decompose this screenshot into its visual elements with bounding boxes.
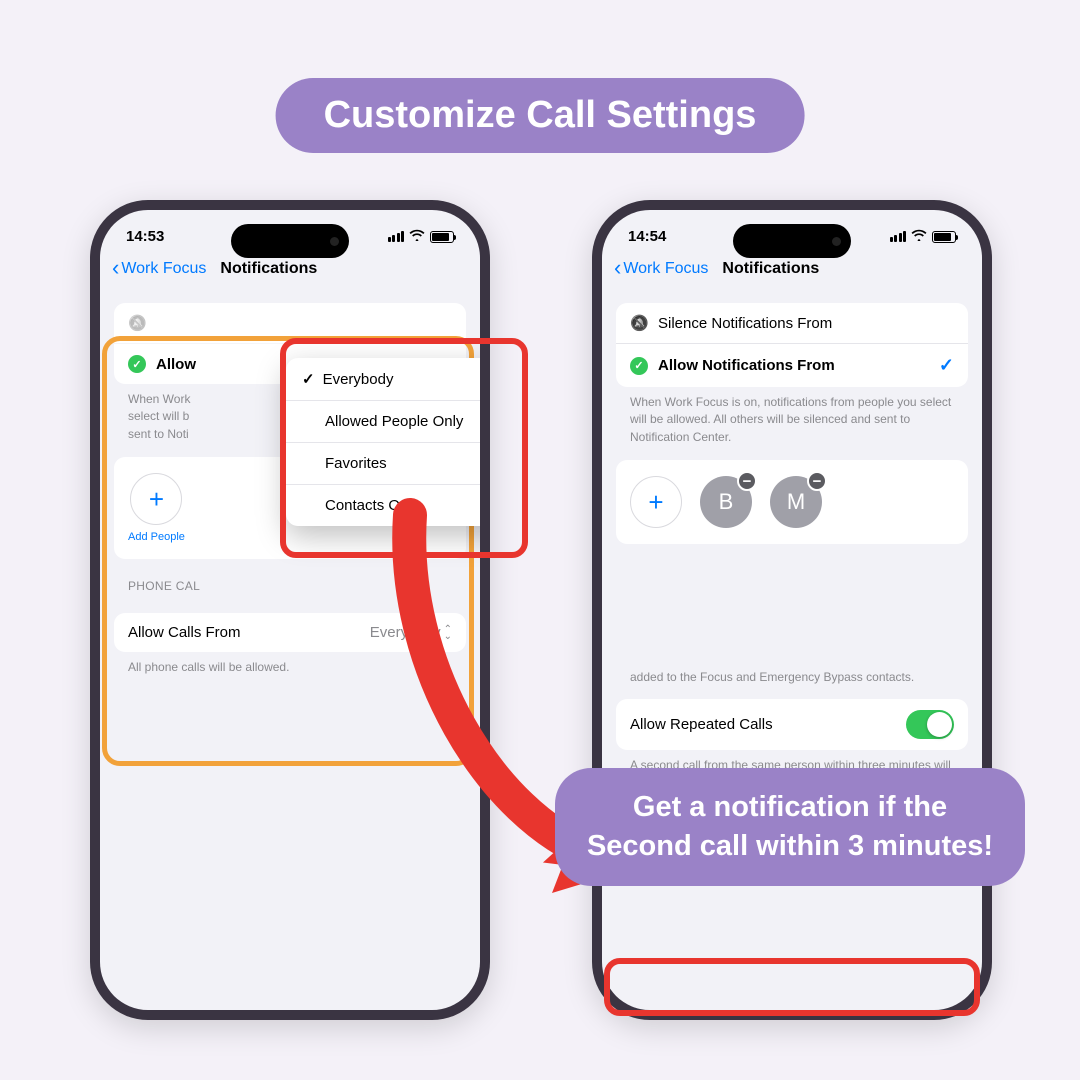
battery-icon	[932, 231, 956, 243]
people-card: + − B − M	[616, 460, 968, 544]
dynamic-island	[733, 224, 851, 258]
checkmark-seal-icon: ✓	[128, 355, 146, 373]
calls-from-popup: ✓ Everybody Allowed People Only Favorite…	[286, 358, 480, 526]
allow-repeated-calls-row[interactable]: Allow Repeated Calls	[616, 699, 968, 750]
battery-icon	[430, 231, 454, 243]
calls-footer: All phone calls will be allowed.	[114, 652, 466, 676]
status-time: 14:53	[126, 228, 164, 245]
dynamic-island	[231, 224, 349, 258]
allow-label: Allow Notifications From	[658, 357, 929, 374]
add-people-button[interactable]: +	[630, 476, 682, 528]
wifi-icon	[911, 229, 927, 244]
chevron-left-icon: ‹	[614, 257, 621, 279]
toggle-on[interactable]	[906, 710, 954, 739]
add-people-button[interactable]: + Add People	[128, 473, 185, 543]
phone-mock-left: 14:53 ‹ Work Focus Notifications	[90, 200, 490, 1020]
cellular-icon	[388, 231, 405, 242]
allow-row[interactable]: ✓ Allow Notifications From ✓	[616, 344, 968, 387]
phone-mock-right: 14:54 ‹ Work Focus Notifications Silence…	[592, 200, 992, 1020]
plus-icon: +	[630, 476, 682, 528]
back-button[interactable]: ‹ Work Focus	[112, 259, 206, 279]
calls-footer-partial: added to the Focus and Emergency Bypass …	[616, 662, 968, 686]
chevron-left-icon: ‹	[112, 257, 119, 279]
repeated-calls-label: Allow Repeated Calls	[630, 716, 773, 733]
allow-calls-from-row[interactable]: Allow Calls From Everybody ⌃⌄	[114, 613, 466, 652]
remove-icon[interactable]: −	[737, 471, 757, 491]
silence-row[interactable]	[114, 303, 466, 344]
contact-avatar[interactable]: − M	[770, 476, 822, 528]
checkmark-seal-icon: ✓	[630, 357, 648, 375]
footer-text: When Work Focus is on, notifications fro…	[616, 387, 968, 446]
nav-title: Notifications	[220, 260, 317, 278]
checkmark-icon: ✓	[302, 370, 315, 388]
silence-row[interactable]: Silence Notifications From	[616, 303, 968, 344]
bell-slash-icon	[128, 314, 146, 332]
chevron-up-down-icon: ⌃⌄	[444, 626, 452, 640]
popup-option-everybody[interactable]: ✓ Everybody	[286, 358, 480, 401]
section-label-phone-calls: PHONE CAL	[114, 559, 466, 599]
back-button[interactable]: ‹ Work Focus	[614, 259, 708, 279]
notifications-mode-card: Silence Notifications From ✓ Allow Notif…	[616, 303, 968, 387]
allow-calls-label: Allow Calls From	[128, 624, 241, 641]
add-people-label: Add People	[128, 531, 185, 543]
screen: 14:54 ‹ Work Focus Notifications Silence…	[602, 210, 982, 1010]
contact-avatar[interactable]: − B	[700, 476, 752, 528]
page-title-pill: Customize Call Settings	[276, 78, 805, 153]
allow-calls-value: Everybody	[370, 624, 441, 641]
back-label: Work Focus	[623, 260, 708, 278]
silence-label: Silence Notifications From	[658, 315, 954, 332]
callout-bubble: Get a notification if the Second call wi…	[555, 768, 1025, 886]
plus-icon: +	[130, 473, 182, 525]
repeated-calls-card: Allow Repeated Calls	[616, 699, 968, 750]
remove-icon[interactable]: −	[807, 471, 827, 491]
checkmark-icon: ✓	[939, 355, 954, 376]
back-label: Work Focus	[121, 260, 206, 278]
wifi-icon	[409, 229, 425, 244]
cellular-icon	[890, 231, 907, 242]
allow-calls-card: Allow Calls From Everybody ⌃⌄	[114, 613, 466, 652]
popup-option-favorites[interactable]: Favorites	[286, 443, 480, 485]
nav-title: Notifications	[722, 260, 819, 278]
popup-option-contacts-only[interactable]: Contacts Only	[286, 485, 480, 526]
popup-option-allowed-people[interactable]: Allowed People Only	[286, 401, 480, 443]
screen: 14:53 ‹ Work Focus Notifications	[100, 210, 480, 1010]
status-time: 14:54	[628, 228, 666, 245]
bell-slash-icon	[630, 314, 648, 332]
